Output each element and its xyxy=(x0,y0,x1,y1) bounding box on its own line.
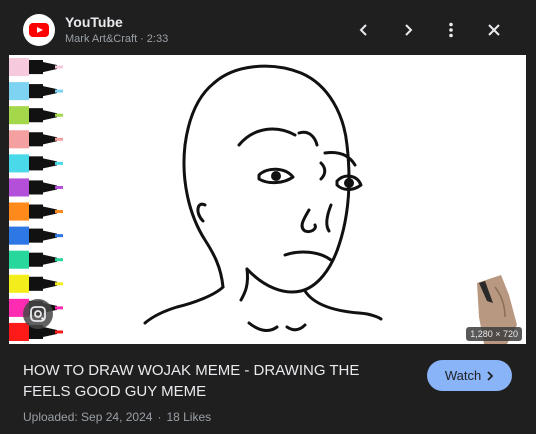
preview-image[interactable]: 1,280 × 720 xyxy=(9,55,526,344)
wojak-drawing xyxy=(143,64,517,344)
lens-search-button[interactable] xyxy=(23,299,53,329)
upload-date: Uploaded: Sep 24, 2024 xyxy=(23,410,153,424)
separator: · xyxy=(157,410,162,424)
separator: · xyxy=(140,33,144,45)
video-title[interactable]: HOW TO DRAW WOJAK MEME - DRAWING THE FEE… xyxy=(23,360,403,402)
likes-count: 18 Likes xyxy=(166,410,212,424)
video-meta: Uploaded: Sep 24, 2024 · 18 Likes xyxy=(23,410,211,424)
next-button[interactable] xyxy=(394,16,422,44)
chevron-left-icon xyxy=(359,24,367,36)
youtube-logo-icon xyxy=(23,14,55,46)
watch-button-label: Watch xyxy=(444,368,482,383)
close-icon xyxy=(488,24,500,36)
chevron-right-icon xyxy=(405,24,413,36)
more-options-button[interactable] xyxy=(437,16,465,44)
chevron-right-icon xyxy=(487,370,494,381)
resolution-badge: 1,280 × 720 xyxy=(466,327,522,341)
close-button[interactable] xyxy=(480,16,508,44)
source-subtitle: Mark Art&Craft · 2:33 xyxy=(65,33,168,45)
channel-name[interactable]: Mark Art&Craft xyxy=(65,33,137,45)
viewer-header: YouTube Mark Art&Craft · 2:33 xyxy=(0,0,536,58)
lens-icon xyxy=(30,306,46,322)
video-duration: 2:33 xyxy=(146,33,169,45)
source-name[interactable]: YouTube xyxy=(65,14,123,30)
watch-button[interactable]: Watch xyxy=(427,360,512,391)
previous-button[interactable] xyxy=(350,16,378,44)
more-vert-icon xyxy=(449,22,453,38)
